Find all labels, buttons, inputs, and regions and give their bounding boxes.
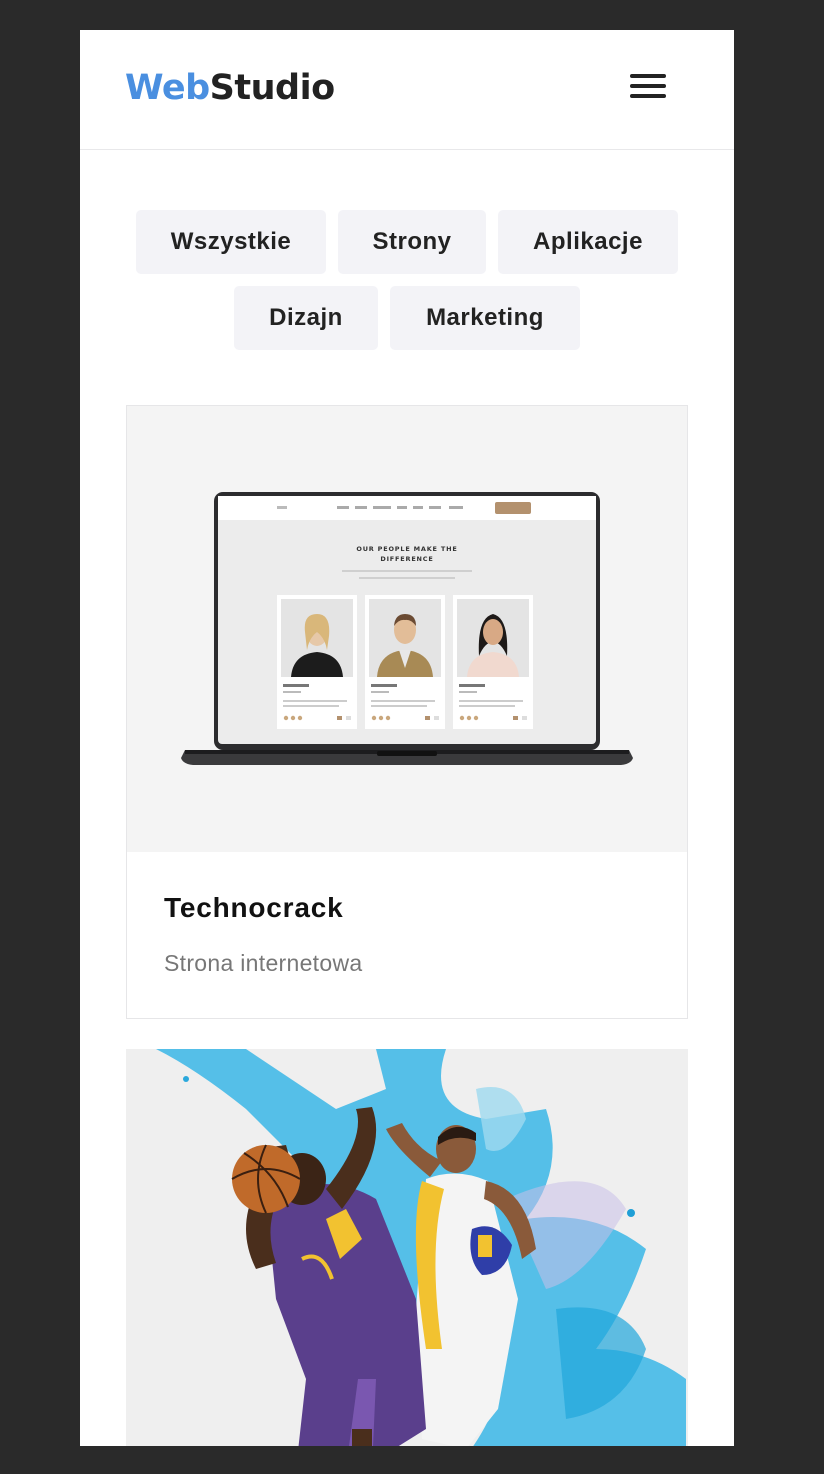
laptop-mockup-illustration: OUR PEOPLE MAKE THE DIFFERENCE [181, 492, 633, 765]
logo-studio: Studio [209, 68, 335, 108]
project-card[interactable]: OUR PEOPLE MAKE THE DIFFERENCE Technocra… [126, 405, 688, 1019]
project-image-basketball-players [156, 1049, 686, 1446]
project-image-laptop-mockup: OUR PEOPLE MAKE THE DIFFERENCE [127, 406, 687, 852]
basketball-icon [231, 1144, 301, 1214]
filter-apps-button[interactable]: Aplikacje [498, 210, 678, 274]
menu-bar [630, 74, 666, 78]
mockup-heading-line2: DIFFERENCE [380, 555, 433, 563]
site-header: WebStudio [80, 30, 734, 150]
logo[interactable]: WebStudio [125, 66, 335, 110]
team-card [365, 595, 445, 729]
menu-bar [630, 84, 666, 88]
team-card [277, 595, 357, 729]
team-card [453, 595, 533, 729]
filter-design-button[interactable]: Dizajn [234, 286, 378, 350]
filter-all-button[interactable]: Wszystkie [136, 210, 326, 274]
logo-web: Web [125, 68, 210, 108]
mobile-page: WebStudio Wszystkie Strony Aplikacje Diz… [80, 30, 734, 1446]
filter-websites-button[interactable]: Strony [338, 210, 486, 274]
mockup-heading-line1: OUR PEOPLE MAKE THE [356, 545, 457, 553]
project-card[interactable] [126, 1049, 688, 1446]
hamburger-menu-icon[interactable] [628, 72, 668, 102]
menu-bar [630, 94, 666, 98]
filter-marketing-button[interactable]: Marketing [390, 286, 580, 350]
project-card-body: Technocrack Strona internetowa [127, 852, 687, 1018]
project-category: Strona internetowa [164, 950, 363, 976]
project-title[interactable]: Technocrack [164, 892, 343, 924]
